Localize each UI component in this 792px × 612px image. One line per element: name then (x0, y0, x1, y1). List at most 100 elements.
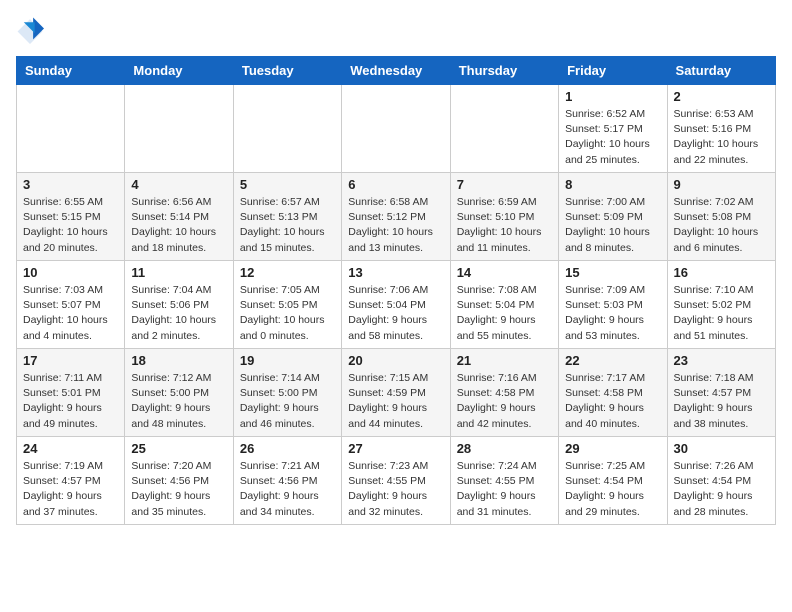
day-number: 7 (457, 177, 552, 192)
day-number: 22 (565, 353, 660, 368)
calendar-cell: 23 Sunrise: 7:18 AM Sunset: 4:57 PM Dayli… (667, 349, 775, 437)
day-info: Sunrise: 7:24 AM Sunset: 4:55 PM Dayligh… (457, 459, 552, 520)
day-number: 24 (23, 441, 118, 456)
calendar-cell: 30 Sunrise: 7:26 AM Sunset: 4:54 PM Dayli… (667, 437, 775, 525)
calendar-cell: 7 Sunrise: 6:59 AM Sunset: 5:10 PM Daylig… (450, 173, 558, 261)
day-info: Sunrise: 6:57 AM Sunset: 5:13 PM Dayligh… (240, 195, 335, 256)
day-number: 29 (565, 441, 660, 456)
page-header (16, 16, 776, 44)
day-info: Sunrise: 7:23 AM Sunset: 4:55 PM Dayligh… (348, 459, 443, 520)
day-number: 1 (565, 89, 660, 104)
calendar-table: SundayMondayTuesdayWednesdayThursdayFrid… (16, 56, 776, 525)
day-number: 23 (674, 353, 769, 368)
day-info: Sunrise: 7:26 AM Sunset: 4:54 PM Dayligh… (674, 459, 769, 520)
day-info: Sunrise: 7:16 AM Sunset: 4:58 PM Dayligh… (457, 371, 552, 432)
day-number: 18 (131, 353, 226, 368)
day-info: Sunrise: 6:55 AM Sunset: 5:15 PM Dayligh… (23, 195, 118, 256)
calendar-cell: 10Sunrise: 7:03 AM Sunset: 5:07 PM Dayli… (17, 261, 125, 349)
day-number: 4 (131, 177, 226, 192)
calendar-cell: 12 Sunrise: 7:05 AM Sunset: 5:05 PM Dayli… (233, 261, 341, 349)
day-number: 8 (565, 177, 660, 192)
day-info: Sunrise: 7:02 AM Sunset: 5:08 PM Dayligh… (674, 195, 769, 256)
day-info: Sunrise: 7:20 AM Sunset: 4:56 PM Dayligh… (131, 459, 226, 520)
day-number: 25 (131, 441, 226, 456)
day-info: Sunrise: 7:15 AM Sunset: 4:59 PM Dayligh… (348, 371, 443, 432)
weekday-row: SundayMondayTuesdayWednesdayThursdayFrid… (17, 57, 776, 85)
calendar-header: SundayMondayTuesdayWednesdayThursdayFrid… (17, 57, 776, 85)
day-info: Sunrise: 7:06 AM Sunset: 5:04 PM Dayligh… (348, 283, 443, 344)
calendar-week-row: 10Sunrise: 7:03 AM Sunset: 5:07 PM Dayli… (17, 261, 776, 349)
day-info: Sunrise: 7:21 AM Sunset: 4:56 PM Dayligh… (240, 459, 335, 520)
calendar-cell (342, 85, 450, 173)
calendar-week-row: 17 Sunrise: 7:11 AM Sunset: 5:01 PM Dayli… (17, 349, 776, 437)
day-number: 6 (348, 177, 443, 192)
day-info: Sunrise: 7:12 AM Sunset: 5:00 PM Dayligh… (131, 371, 226, 432)
calendar-cell: 15 Sunrise: 7:09 AM Sunset: 5:03 PM Dayli… (559, 261, 667, 349)
day-number: 14 (457, 265, 552, 280)
day-info: Sunrise: 7:14 AM Sunset: 5:00 PM Dayligh… (240, 371, 335, 432)
day-info: Sunrise: 6:53 AM Sunset: 5:16 PM Dayligh… (674, 107, 769, 168)
day-number: 28 (457, 441, 552, 456)
calendar-cell: 4 Sunrise: 6:56 AM Sunset: 5:14 PM Daylig… (125, 173, 233, 261)
calendar-cell: 21Sunrise: 7:16 AM Sunset: 4:58 PM Dayli… (450, 349, 558, 437)
day-info: Sunrise: 6:52 AM Sunset: 5:17 PM Dayligh… (565, 107, 660, 168)
calendar-cell: 14 Sunrise: 7:08 AM Sunset: 5:04 PM Dayli… (450, 261, 558, 349)
calendar-cell: 16 Sunrise: 7:10 AM Sunset: 5:02 PM Dayli… (667, 261, 775, 349)
day-number: 16 (674, 265, 769, 280)
day-number: 5 (240, 177, 335, 192)
calendar-cell: 20 Sunrise: 7:15 AM Sunset: 4:59 PM Dayli… (342, 349, 450, 437)
day-number: 30 (674, 441, 769, 456)
calendar-cell: 5 Sunrise: 6:57 AM Sunset: 5:13 PM Daylig… (233, 173, 341, 261)
day-number: 12 (240, 265, 335, 280)
calendar-cell: 17 Sunrise: 7:11 AM Sunset: 5:01 PM Dayli… (17, 349, 125, 437)
calendar-cell: 26 Sunrise: 7:21 AM Sunset: 4:56 PM Dayli… (233, 437, 341, 525)
calendar-cell: 28 Sunrise: 7:24 AM Sunset: 4:55 PM Dayli… (450, 437, 558, 525)
day-info: Sunrise: 7:04 AM Sunset: 5:06 PM Dayligh… (131, 283, 226, 344)
day-number: 27 (348, 441, 443, 456)
day-info: Sunrise: 7:18 AM Sunset: 4:57 PM Dayligh… (674, 371, 769, 432)
calendar-cell (17, 85, 125, 173)
calendar-cell: 6Sunrise: 6:58 AM Sunset: 5:12 PM Daylig… (342, 173, 450, 261)
day-number: 3 (23, 177, 118, 192)
day-number: 17 (23, 353, 118, 368)
calendar-week-row: 1 Sunrise: 6:52 AM Sunset: 5:17 PM Daylig… (17, 85, 776, 173)
day-number: 26 (240, 441, 335, 456)
day-number: 15 (565, 265, 660, 280)
day-info: Sunrise: 7:09 AM Sunset: 5:03 PM Dayligh… (565, 283, 660, 344)
day-info: Sunrise: 7:08 AM Sunset: 5:04 PM Dayligh… (457, 283, 552, 344)
day-number: 9 (674, 177, 769, 192)
calendar-cell: 27 Sunrise: 7:23 AM Sunset: 4:55 PM Dayli… (342, 437, 450, 525)
calendar-body: 1 Sunrise: 6:52 AM Sunset: 5:17 PM Daylig… (17, 85, 776, 525)
day-number: 10 (23, 265, 118, 280)
day-info: Sunrise: 7:10 AM Sunset: 5:02 PM Dayligh… (674, 283, 769, 344)
calendar-cell: 19 Sunrise: 7:14 AM Sunset: 5:00 PM Dayli… (233, 349, 341, 437)
day-info: Sunrise: 7:11 AM Sunset: 5:01 PM Dayligh… (23, 371, 118, 432)
calendar-cell (233, 85, 341, 173)
day-info: Sunrise: 7:05 AM Sunset: 5:05 PM Dayligh… (240, 283, 335, 344)
day-number: 13 (348, 265, 443, 280)
calendar-cell: 11 Sunrise: 7:04 AM Sunset: 5:06 PM Dayli… (125, 261, 233, 349)
weekday-header: Monday (125, 57, 233, 85)
day-info: Sunrise: 6:59 AM Sunset: 5:10 PM Dayligh… (457, 195, 552, 256)
logo (16, 16, 48, 44)
weekday-header: Sunday (17, 57, 125, 85)
calendar-cell: 24Sunrise: 7:19 AM Sunset: 4:57 PM Dayli… (17, 437, 125, 525)
calendar-cell (450, 85, 558, 173)
day-info: Sunrise: 7:17 AM Sunset: 4:58 PM Dayligh… (565, 371, 660, 432)
calendar-cell: 3 Sunrise: 6:55 AM Sunset: 5:15 PM Daylig… (17, 173, 125, 261)
day-number: 11 (131, 265, 226, 280)
day-info: Sunrise: 7:25 AM Sunset: 4:54 PM Dayligh… (565, 459, 660, 520)
day-number: 20 (348, 353, 443, 368)
calendar-cell: 29 Sunrise: 7:25 AM Sunset: 4:54 PM Dayli… (559, 437, 667, 525)
calendar-week-row: 24Sunrise: 7:19 AM Sunset: 4:57 PM Dayli… (17, 437, 776, 525)
calendar-cell: 9 Sunrise: 7:02 AM Sunset: 5:08 PM Daylig… (667, 173, 775, 261)
calendar-cell: 2Sunrise: 6:53 AM Sunset: 5:16 PM Daylig… (667, 85, 775, 173)
calendar-cell: 25 Sunrise: 7:20 AM Sunset: 4:56 PM Dayli… (125, 437, 233, 525)
calendar-cell (125, 85, 233, 173)
weekday-header: Saturday (667, 57, 775, 85)
day-info: Sunrise: 7:00 AM Sunset: 5:09 PM Dayligh… (565, 195, 660, 256)
day-number: 19 (240, 353, 335, 368)
day-info: Sunrise: 6:56 AM Sunset: 5:14 PM Dayligh… (131, 195, 226, 256)
calendar-week-row: 3 Sunrise: 6:55 AM Sunset: 5:15 PM Daylig… (17, 173, 776, 261)
calendar-cell: 1 Sunrise: 6:52 AM Sunset: 5:17 PM Daylig… (559, 85, 667, 173)
